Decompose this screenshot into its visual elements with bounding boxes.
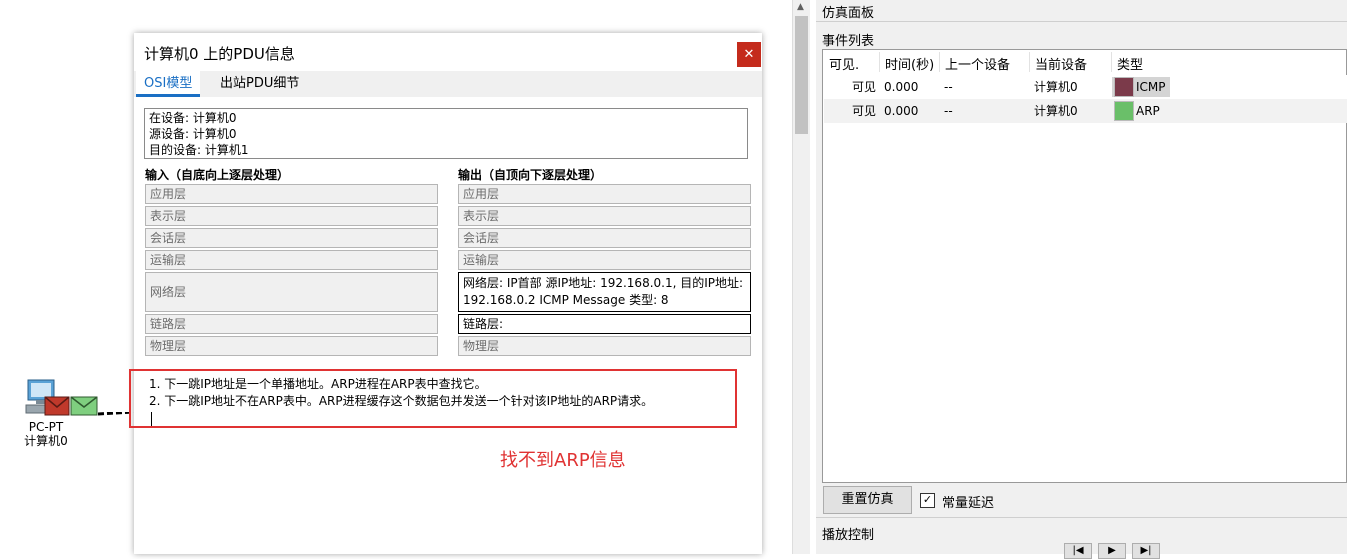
event-list-table: 可见. 时间(秒) 上一个设备 当前设备 类型 可见 0.000 -- 计算机0… [822, 49, 1347, 483]
close-button[interactable]: ✕ [737, 42, 761, 67]
device-info-box: 在设备: 计算机0 源设备: 计算机0 目的设备: 计算机1 [144, 108, 748, 159]
event-current-device: 计算机0 [1034, 80, 1078, 94]
tab-outbound-pdu-details[interactable]: 出站PDU细节 [212, 71, 307, 97]
in-layer-datalink[interactable]: 链路层 [145, 314, 438, 334]
event-list-label: 事件列表 [822, 34, 875, 49]
event-row[interactable]: 可见 0.000 -- 计算机0 ICMP [824, 75, 1347, 99]
event-type: ARP [1136, 104, 1160, 118]
col-divider [1111, 52, 1112, 72]
source-device-text: 源设备: 计算机0 [149, 127, 237, 141]
note-2-text: 2. 下一跳IP地址不在ARP表中。ARP进程缓存这个数据包并发送一个针对该IP… [149, 394, 654, 408]
col-time-header[interactable]: 时间(秒) [885, 54, 934, 73]
arp-envelope-icon[interactable] [70, 396, 98, 416]
out-layers-header: 输出（自顶向下逐层处理） [458, 168, 603, 182]
event-last-device: -- [944, 80, 953, 94]
play-icon: ▶ [1108, 545, 1116, 556]
scrollbar-thumb[interactable] [795, 16, 808, 134]
back-step-icon: |◀ [1072, 545, 1084, 556]
col-visible-header[interactable]: 可见. [829, 54, 859, 73]
at-device-text: 在设备: 计算机0 [149, 111, 237, 125]
dest-device-text: 目的设备: 计算机1 [149, 143, 249, 157]
tab-bar: OSI模型 出站PDU细节 [134, 71, 762, 97]
event-current-device: 计算机0 [1034, 104, 1078, 118]
out-layer-physical[interactable]: 物理层 [458, 336, 751, 356]
sim-panel-title: 仿真面板 [822, 6, 875, 21]
col-last-device-header[interactable]: 上一个设备 [945, 54, 1010, 73]
in-layers-header: 输入（自底向上逐层处理） [145, 168, 290, 182]
col-divider [939, 52, 940, 72]
col-type-header[interactable]: 类型 [1117, 54, 1143, 73]
event-row[interactable]: 可见 0.000 -- 计算机0 ARP [824, 99, 1347, 123]
simulation-panel: 仿真面板 事件列表 可见. 时间(秒) 上一个设备 当前设备 类型 可见 0.0… [816, 0, 1347, 559]
dialog-title: 计算机0 上的PDU信息 [144, 45, 295, 63]
out-layer-session[interactable]: 会话层 [458, 228, 751, 248]
event-visible[interactable]: 可见 [852, 99, 876, 123]
event-time: 0.000 [884, 80, 919, 94]
out-layer-presentation[interactable]: 表示层 [458, 206, 751, 226]
in-layer-session[interactable]: 会话层 [145, 228, 438, 248]
event-time: 0.000 [884, 104, 919, 118]
pc-model-label: PC-PT [28, 420, 64, 434]
tab-osi-model[interactable]: OSI模型 [136, 71, 201, 97]
out-layer-datalink[interactable]: 链路层: [458, 314, 751, 334]
col-divider [879, 52, 880, 72]
playback-controls-label: 播放控制 [822, 528, 875, 543]
workspace-scrollbar[interactable]: ▲ [792, 0, 810, 554]
event-last-device: -- [944, 104, 953, 118]
col-current-device-header[interactable]: 当前设备 [1035, 54, 1087, 73]
out-layer-transport[interactable]: 运输层 [458, 250, 751, 270]
arp-color-swatch [1114, 101, 1134, 121]
event-type-cell: ICMP [1112, 77, 1170, 97]
constant-delay-checkbox[interactable]: ✓ [920, 493, 935, 508]
in-layer-transport[interactable]: 运输层 [145, 250, 438, 270]
event-type-cell: ARP [1112, 101, 1164, 121]
pdu-info-dialog: 计算机0 上的PDU信息 ✕ OSI模型 出站PDU细节 在设备: 计算机0 源… [134, 33, 762, 554]
scroll-up-arrow-icon[interactable]: ▲ [797, 2, 804, 12]
in-layers-column: 应用层 表示层 会话层 运输层 网络层 链路层 物理层 [145, 184, 438, 356]
forward-step-icon: ▶| [1140, 545, 1152, 556]
title-divider [816, 21, 1347, 22]
note-1-text: 1. 下一跳IP地址是一个单播地址。ARP进程在ARP表中查找它。 [149, 377, 487, 391]
in-layer-network[interactable]: 网络层 [145, 272, 438, 312]
reset-simulation-button[interactable]: 重置仿真 [823, 486, 912, 514]
play-button[interactable]: ▶ [1098, 543, 1126, 559]
in-layer-presentation[interactable]: 表示层 [145, 206, 438, 226]
pc-name-label: 计算机0 [24, 434, 68, 448]
forward-step-button[interactable]: ▶| [1132, 543, 1160, 559]
icmp-envelope-icon[interactable] [44, 396, 70, 416]
out-layer-network[interactable]: 网络层: IP首部 源IP地址: 192.168.0.1, 目的IP地址: 19… [458, 272, 751, 312]
text-caret [151, 412, 152, 426]
col-divider [1029, 52, 1030, 72]
out-layer-application[interactable]: 应用层 [458, 184, 751, 204]
back-step-button[interactable]: |◀ [1064, 543, 1092, 559]
event-type: ICMP [1136, 80, 1166, 94]
arp-annotation-text: 找不到ARP信息 [500, 450, 626, 471]
constant-delay-label: 常量延迟 [942, 496, 995, 511]
in-layer-application[interactable]: 应用层 [145, 184, 438, 204]
section-divider [816, 517, 1347, 518]
processing-notes-box: 1. 下一跳IP地址是一个单播地址。ARP进程在ARP表中查找它。 2. 下一跳… [129, 369, 737, 428]
out-layers-column: 应用层 表示层 会话层 运输层 网络层: IP首部 源IP地址: 192.168… [458, 184, 751, 356]
event-visible[interactable]: 可见 [852, 75, 876, 99]
icmp-color-swatch [1114, 77, 1134, 97]
in-layer-physical[interactable]: 物理层 [145, 336, 438, 356]
